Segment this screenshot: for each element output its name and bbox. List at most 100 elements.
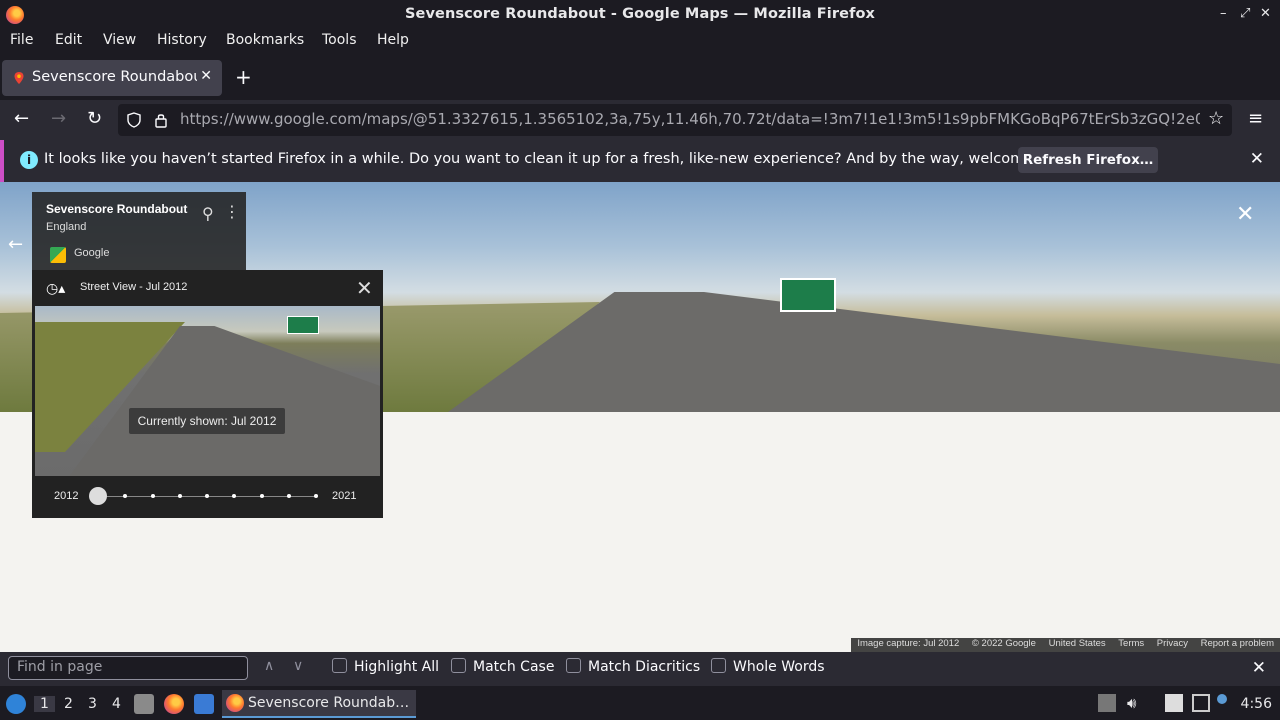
more-options-icon[interactable]: ⋮ — [224, 202, 240, 221]
match-diacritics-checkbox[interactable]: Match Diacritics — [566, 658, 700, 675]
match-case-checkbox[interactable]: Match Case — [451, 658, 554, 675]
find-bar: Find in page ∧ ∨ Highlight All Match Cas… — [0, 652, 1280, 686]
checkbox-icon — [566, 658, 581, 673]
start-menu-icon[interactable] — [6, 694, 26, 714]
location-pin-icon[interactable]: ⚲ — [202, 204, 214, 223]
image-capture-date: Image capture: Jul 2012 — [857, 638, 960, 649]
tray-notes-icon[interactable] — [1165, 694, 1183, 712]
maps-content: ✕ ← Sevenscore Roundabout England ⚲ ⋮ Go… — [0, 182, 1280, 652]
timeline-point[interactable] — [314, 494, 318, 498]
highlight-all-checkbox[interactable]: Highlight All — [332, 658, 439, 675]
clock: 4:56 — [1240, 696, 1272, 712]
preview-sign — [287, 316, 319, 334]
forward-button[interactable]: → — [51, 108, 66, 129]
timeline-point[interactable] — [123, 494, 128, 498]
workspace-1[interactable]: 1 — [34, 696, 55, 712]
timeline-point[interactable] — [205, 494, 209, 498]
contributor-name: Google — [74, 247, 110, 259]
place-region: England — [46, 221, 87, 233]
privacy-link[interactable]: Privacy — [1157, 638, 1188, 649]
whole-words-checkbox[interactable]: Whole Words — [711, 658, 825, 675]
taskbar-window-label: Sevenscore Roundab… — [248, 695, 410, 711]
region-link[interactable]: United States — [1049, 638, 1106, 649]
close-tab-button[interactable]: ✕ — [200, 68, 212, 84]
find-previous-icon[interactable]: ∧ — [264, 658, 274, 674]
menu-view[interactable]: View — [103, 32, 136, 48]
timeline-end-year: 2021 — [332, 490, 357, 502]
firefox-window-icon — [226, 694, 244, 712]
desktop-icon[interactable] — [194, 694, 214, 714]
place-card: Sevenscore Roundabout England ⚲ ⋮ Google — [32, 192, 246, 280]
url-text: https://www.google.com/maps/@51.3327615,… — [180, 110, 1200, 128]
checkbox-icon — [451, 658, 466, 673]
timeline-point[interactable] — [232, 494, 237, 498]
timeline-start-year: 2012 — [54, 490, 79, 502]
volume-icon[interactable]: 🔊︎ — [1127, 694, 1145, 712]
google-contributor-icon — [50, 247, 66, 263]
workspace-3[interactable]: 3 — [88, 696, 97, 712]
maximize-button[interactable]: ⤢ — [1240, 6, 1250, 21]
window-titlebar: Sevenscore Roundabout - Google Maps — Mo… — [0, 0, 1280, 30]
firefox-launcher-icon[interactable] — [164, 694, 184, 714]
history-clock-icon[interactable]: ◷▴ — [46, 280, 65, 297]
file-manager-icon[interactable] — [134, 694, 154, 714]
system-taskbar: 1 2 3 4 Sevenscore Roundab… 🔊︎ 4:56 — [0, 688, 1280, 720]
url-bar[interactable]: https://www.google.com/maps/@51.3327615,… — [118, 104, 1232, 136]
checkbox-icon — [711, 658, 726, 673]
taskbar-window-firefox[interactable]: Sevenscore Roundab… — [222, 690, 416, 718]
menu-history[interactable]: History — [157, 32, 207, 48]
map-attribution: Image capture: Jul 2012 © 2022 Google Un… — [851, 638, 1280, 652]
maps-pin-icon — [14, 72, 24, 84]
timeline-point[interactable] — [177, 494, 182, 498]
checkbox-icon — [332, 658, 347, 673]
historical-preview-image[interactable] — [35, 306, 380, 476]
report-problem-link[interactable]: Report a problem — [1201, 638, 1274, 649]
time-machine-title: Street View - Jul 2012 — [80, 281, 188, 293]
workspace-2[interactable]: 2 — [64, 696, 73, 712]
bookmark-star-icon[interactable]: ☆ — [1208, 108, 1224, 129]
back-arrow-icon[interactable]: ← — [8, 234, 23, 255]
tray-clipboard-icon[interactable] — [1098, 694, 1116, 712]
menu-edit[interactable]: Edit — [55, 32, 82, 48]
back-button[interactable]: ← — [14, 108, 29, 129]
close-street-view-icon[interactable]: ✕ — [1236, 202, 1254, 227]
copyright-notice: © 2022 Google — [971, 638, 1036, 649]
shield-icon[interactable] — [126, 112, 142, 128]
close-window-button[interactable]: ✕ — [1260, 6, 1271, 21]
place-name: Sevenscore Roundabout — [46, 202, 188, 216]
find-next-icon[interactable]: ∨ — [293, 658, 303, 674]
url-host: https://www.google.com — [180, 110, 362, 128]
currently-shown-tooltip: Currently shown: Jul 2012 — [129, 408, 285, 434]
app-menu-button[interactable]: ≡ — [1248, 108, 1263, 129]
checkbox-label: Whole Words — [733, 659, 825, 675]
reload-button[interactable]: ↻ — [87, 108, 102, 129]
menu-bookmarks[interactable]: Bookmarks — [226, 32, 304, 48]
refresh-firefox-button[interactable]: Refresh Firefox… — [1018, 147, 1158, 173]
checkbox-label: Highlight All — [354, 659, 440, 675]
time-machine-panel: ◷▴ Street View - Jul 2012 ✕ Currently sh… — [32, 270, 383, 518]
timeline-point[interactable] — [259, 494, 264, 498]
timeline-slider-knob[interactable] — [89, 487, 107, 505]
menu-file[interactable]: File — [10, 32, 33, 48]
menu-help[interactable]: Help — [377, 32, 409, 48]
checkbox-label: Match Diacritics — [588, 659, 701, 675]
find-in-page-input[interactable]: Find in page — [8, 656, 248, 680]
network-icon[interactable] — [1192, 694, 1210, 712]
lock-icon[interactable] — [154, 112, 168, 128]
new-tab-button[interactable]: + — [235, 65, 252, 89]
update-notifier-icon[interactable] — [1217, 694, 1227, 704]
workspace-4[interactable]: 4 — [112, 696, 121, 712]
notification-close-button[interactable]: ✕ — [1250, 149, 1264, 169]
terms-link[interactable]: Terms — [1118, 638, 1144, 649]
minimize-button[interactable]: – — [1220, 6, 1227, 21]
timeline-point[interactable] — [286, 494, 291, 498]
refresh-notification: i It looks like you haven’t started Fire… — [0, 140, 1280, 182]
tab-label: Sevenscore Roundabout — [32, 69, 197, 85]
menu-tools[interactable]: Tools — [322, 32, 357, 48]
timeline-point[interactable] — [150, 494, 155, 498]
url-path: /maps/@51.3327615,1.3565102,3a,75y,11.46… — [361, 110, 1200, 128]
close-find-bar-icon[interactable]: ✕ — [1252, 658, 1266, 678]
time-machine-close-icon[interactable]: ✕ — [356, 276, 373, 301]
tab-google-maps[interactable]: Sevenscore Roundabout ✕ — [2, 60, 222, 96]
info-icon: i — [20, 151, 38, 169]
